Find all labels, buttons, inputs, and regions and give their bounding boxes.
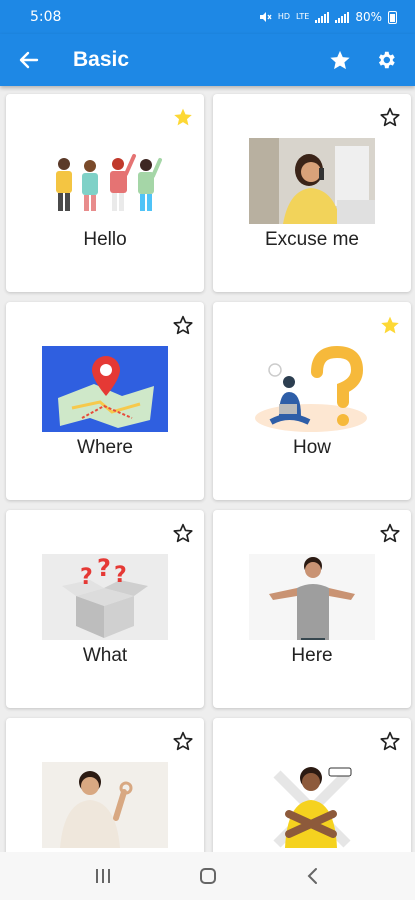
home-icon	[199, 868, 216, 884]
system-nav-bar	[0, 852, 415, 900]
favorite-toggle[interactable]	[377, 104, 403, 130]
recents-button[interactable]	[83, 856, 123, 896]
system-back-button[interactable]	[293, 856, 333, 896]
phrase-label: Where	[77, 437, 133, 458]
favorite-toggle[interactable]	[170, 312, 196, 338]
phrase-label: Excuse me	[265, 229, 359, 250]
arrow-left-icon	[19, 51, 39, 69]
phrase-label: What	[82, 645, 128, 666]
status-time: 5:08	[30, 9, 62, 25]
home-button[interactable]	[188, 856, 228, 896]
svg-text:?: ?	[97, 554, 111, 582]
star-outline-icon	[173, 731, 193, 751]
phrase-card-ok[interactable]	[6, 718, 204, 852]
phrase-label: Hello	[83, 229, 127, 250]
phrase-label: Here	[291, 645, 333, 666]
settings-button[interactable]	[363, 34, 409, 86]
page-title: Basic	[73, 48, 130, 71]
star-outline-icon	[380, 107, 400, 127]
here-photo	[249, 554, 375, 640]
star-outline-icon	[173, 523, 193, 543]
favorite-toggle[interactable]	[377, 728, 403, 754]
star-filled-icon	[381, 316, 399, 334]
gear-icon	[378, 51, 395, 69]
favorite-toggle[interactable]	[170, 520, 196, 546]
svg-text:?: ?	[80, 565, 93, 590]
star-filled-icon	[174, 108, 192, 126]
back-button[interactable]	[0, 34, 58, 86]
battery-percent: 80%	[355, 10, 382, 24]
signal-icon-2	[335, 11, 350, 23]
where-illustration	[42, 346, 168, 432]
ok-gesture-photo	[42, 762, 168, 848]
favorite-toggle[interactable]	[377, 520, 403, 546]
how-illustration	[249, 346, 375, 432]
svg-text:?: ?	[114, 563, 127, 588]
favorite-toggle[interactable]	[170, 104, 196, 130]
lte-indicator: LTE	[296, 12, 310, 21]
star-outline-icon	[380, 731, 400, 751]
favorite-toggle[interactable]	[170, 728, 196, 754]
phrase-card-what[interactable]: ? ? ? What	[6, 510, 204, 708]
star-outline-icon	[173, 315, 193, 335]
phrase-card-where[interactable]: Where	[6, 302, 204, 500]
phrase-card-here[interactable]: Here	[213, 510, 411, 708]
phrase-card-hello[interactable]: Hello	[6, 94, 204, 292]
signal-icon	[315, 11, 330, 23]
phrase-card-how[interactable]: How	[213, 302, 411, 500]
battery-icon	[388, 10, 397, 24]
chevron-left-icon	[307, 868, 317, 884]
phrase-card-excuse-me[interactable]: Excuse me	[213, 94, 411, 292]
app-bar: Basic	[0, 34, 415, 86]
excuse-me-photo	[249, 138, 375, 224]
hello-illustration	[42, 138, 168, 224]
star-icon	[330, 50, 350, 70]
phrase-label: How	[292, 437, 331, 458]
favorites-button[interactable]	[317, 34, 363, 86]
recents-icon	[95, 869, 110, 883]
status-icons: HD LTE 80%	[259, 10, 397, 24]
phrase-grid: Hello Excuse me Where How ? ? ? What Her…	[0, 86, 415, 852]
mute-icon	[259, 12, 272, 22]
favorite-toggle[interactable]	[377, 312, 403, 338]
phrase-card-no[interactable]	[213, 718, 411, 852]
what-illustration: ? ? ?	[42, 554, 168, 640]
no-gesture-illustration	[249, 762, 375, 848]
star-outline-icon	[380, 523, 400, 543]
hd-indicator: HD	[277, 12, 291, 21]
status-bar: 5:08 HD LTE 80%	[0, 0, 415, 34]
